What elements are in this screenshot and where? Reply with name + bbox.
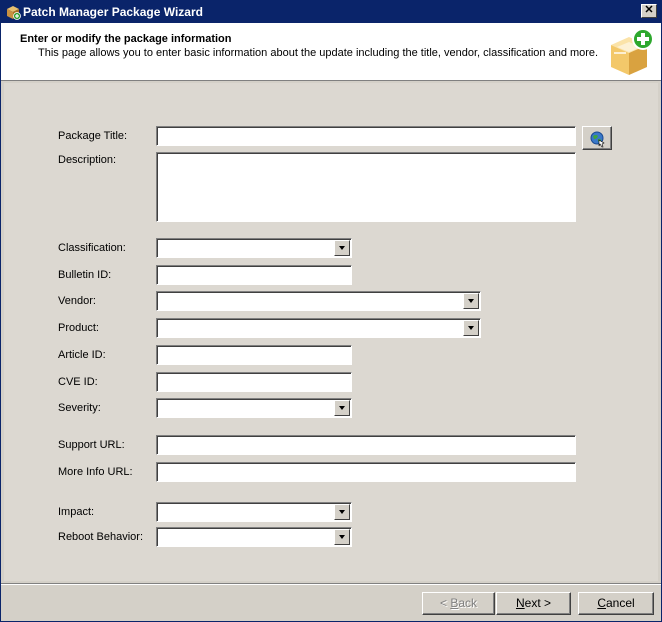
- classification-dropdown[interactable]: [156, 238, 352, 258]
- package-title-label: Package Title:: [58, 130, 128, 142]
- package-title-field[interactable]: [156, 126, 576, 146]
- chevron-down-icon[interactable]: [334, 400, 350, 416]
- product-dropdown[interactable]: [156, 318, 481, 338]
- chevron-down-icon[interactable]: [463, 293, 479, 309]
- bulletin-id-field[interactable]: [156, 265, 352, 285]
- bulletin-id-input[interactable]: [157, 266, 351, 284]
- package-title-input[interactable]: [157, 127, 575, 145]
- description-field[interactable]: [156, 152, 576, 222]
- next-accel: N: [515, 596, 525, 610]
- reboot-behavior-dropdown[interactable]: [156, 527, 352, 547]
- app-package-icon: [7, 6, 21, 20]
- form-panel: Package Title: Description: Classificati…: [4, 83, 658, 581]
- vendor-dropdown[interactable]: [156, 291, 481, 311]
- more-info-url-input[interactable]: [157, 463, 575, 481]
- chevron-down-icon[interactable]: [334, 529, 350, 545]
- article-id-label: Article ID:: [58, 349, 106, 361]
- cancel-accel: C: [597, 596, 606, 610]
- close-icon: ✕: [644, 4, 654, 16]
- globe-search-icon: [590, 131, 605, 148]
- support-url-field[interactable]: [156, 435, 576, 455]
- article-id-input[interactable]: [157, 346, 351, 364]
- cve-id-input[interactable]: [157, 373, 351, 391]
- more-info-url-field[interactable]: [156, 462, 576, 482]
- window-title: Patch Manager Package Wizard: [23, 5, 203, 19]
- cancel-rest: ancel: [605, 596, 635, 610]
- chevron-down-icon[interactable]: [463, 320, 479, 336]
- cancel-button[interactable]: Cancel: [578, 592, 654, 615]
- chevron-down-icon[interactable]: [334, 504, 350, 520]
- impact-label: Impact:: [58, 506, 95, 518]
- wizard-header: Enter or modify the package information …: [1, 23, 661, 81]
- close-button[interactable]: ✕: [641, 4, 657, 18]
- support-url-input[interactable]: [157, 436, 575, 454]
- support-url-label: Support URL:: [58, 439, 125, 451]
- more-info-url-label: More Info URL:: [58, 466, 133, 478]
- classification-label: Classification:: [58, 242, 126, 254]
- page-description: This page allows you to enter basic info…: [38, 47, 599, 59]
- package-add-icon: [611, 28, 654, 75]
- wizard-footer: < Back Next > Cancel: [1, 583, 661, 621]
- back-prefix: <: [439, 596, 451, 610]
- bulletin-id-label: Bulletin ID:: [58, 269, 112, 281]
- page-heading: Enter or modify the package information: [20, 33, 232, 45]
- severity-dropdown[interactable]: [156, 398, 352, 418]
- browse-button[interactable]: [582, 126, 612, 150]
- form-area: Package Title: Description: Classificati…: [1, 81, 661, 583]
- back-rest: ack: [458, 596, 478, 610]
- cve-id-field[interactable]: [156, 372, 352, 392]
- description-label: Description:: [58, 154, 117, 166]
- back-button[interactable]: < Back: [422, 592, 495, 615]
- product-label: Product:: [58, 322, 99, 334]
- footer-divider: [1, 584, 661, 585]
- article-id-field[interactable]: [156, 345, 352, 365]
- wizard-window: Patch Manager Package Wizard ✕ Enter or …: [0, 0, 662, 622]
- severity-label: Severity:: [58, 402, 101, 414]
- title-bar[interactable]: Patch Manager Package Wizard ✕: [1, 1, 661, 23]
- chevron-down-icon[interactable]: [334, 240, 350, 256]
- vendor-label: Vendor:: [58, 295, 96, 307]
- reboot-behavior-label: Reboot Behavior:: [58, 531, 143, 543]
- next-button[interactable]: Next >: [496, 592, 571, 615]
- cve-id-label: CVE ID:: [58, 376, 98, 388]
- impact-dropdown[interactable]: [156, 502, 352, 522]
- next-rest: ext >: [524, 596, 552, 610]
